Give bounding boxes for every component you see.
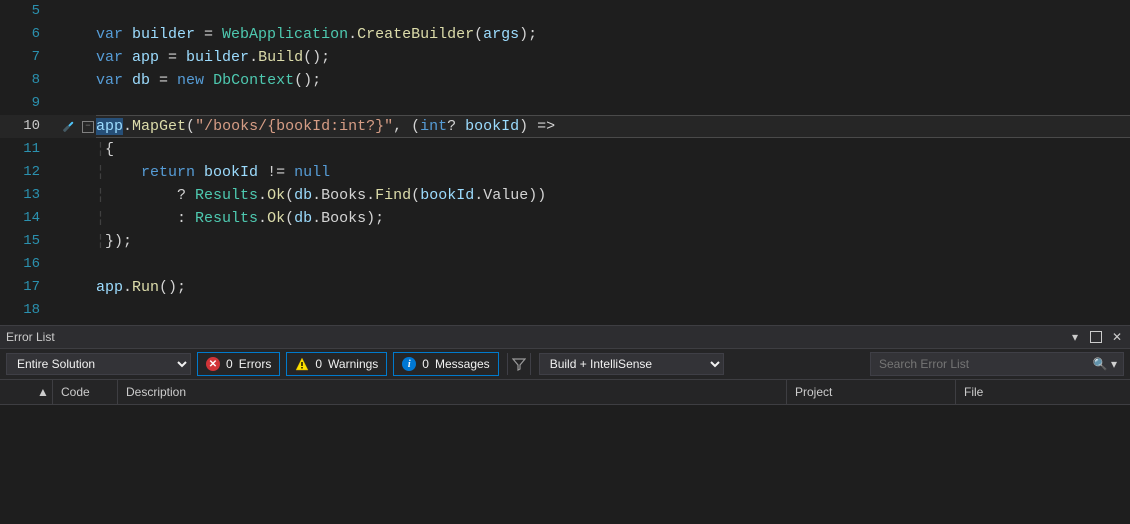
code-line-8[interactable]: 8 var db = new DbContext();: [0, 69, 1130, 92]
search-input[interactable]: [877, 356, 1061, 372]
indent-guide: ¦: [96, 187, 105, 204]
error-list-titlebar: Error List ▾ ✕: [0, 326, 1130, 349]
line-number: 9: [0, 92, 44, 115]
line-number: 16: [0, 253, 44, 276]
line-number: 8: [0, 69, 44, 92]
search-icon[interactable]: 🔍 ▾: [1093, 357, 1117, 371]
info-icon: i: [402, 357, 416, 371]
line-number: 14: [0, 207, 44, 230]
error-list-panel: Error List ▾ ✕ Entire Solution ✕ 0 Error…: [0, 325, 1130, 524]
filter-icon[interactable]: [507, 353, 531, 375]
line-number: 7: [0, 46, 44, 69]
code-line-5[interactable]: 5: [0, 0, 1130, 23]
code-content[interactable]: var builder = WebApplication.CreateBuild…: [96, 23, 1130, 46]
warnings-count: 0: [315, 357, 322, 371]
dropdown-icon[interactable]: ▾: [1068, 330, 1082, 344]
line-number: 17: [0, 276, 44, 299]
code-content[interactable]: ¦ return bookId != null: [96, 161, 1130, 184]
code-content[interactable]: app.MapGet("/books/{bookId:int?}", (int?…: [96, 115, 1130, 138]
search-error-list[interactable]: 🔍 ▾: [870, 352, 1124, 376]
code-line-14[interactable]: 14 ¦ : Results.Ok(db.Books);: [0, 207, 1130, 230]
code-line-18[interactable]: 18: [0, 299, 1130, 322]
col-description[interactable]: Description: [118, 380, 787, 404]
quick-actions-icon[interactable]: [60, 119, 76, 135]
line-number: 5: [0, 0, 44, 23]
code-line-12[interactable]: 12 ¦ return bookId != null: [0, 161, 1130, 184]
sort-arrow-icon[interactable]: ▲: [34, 380, 53, 404]
error-list-columns-header: ▲ Code Description Project File: [0, 380, 1130, 405]
code-line-11[interactable]: 11 ¦{: [0, 138, 1130, 161]
error-list-toolbar: Entire Solution ✕ 0 Errors 0 Warnings i …: [0, 349, 1130, 380]
build-dropdown[interactable]: Build + IntelliSense: [539, 353, 724, 375]
indent-guide: ¦: [96, 210, 105, 227]
indent-guide: ¦: [96, 164, 105, 181]
fold-toggle-icon[interactable]: −: [82, 121, 94, 133]
line-number: 6: [0, 23, 44, 46]
code-line-6[interactable]: 6 var builder = WebApplication.CreateBuil…: [0, 23, 1130, 46]
code-content[interactable]: app.Run();: [96, 276, 1130, 299]
warning-icon: [295, 357, 309, 371]
line-number: 12: [0, 161, 44, 184]
window-position-icon[interactable]: [1090, 331, 1102, 343]
line-number: 10: [0, 115, 44, 138]
col-code[interactable]: Code: [53, 380, 118, 404]
line-number: 18: [0, 299, 44, 322]
col-project[interactable]: Project: [787, 380, 956, 404]
code-line-17[interactable]: 17 app.Run();: [0, 276, 1130, 299]
errors-count: 0: [226, 357, 233, 371]
code-line-7[interactable]: 7 var app = builder.Build();: [0, 46, 1130, 69]
code-content[interactable]: var app = builder.Build();: [96, 46, 1130, 69]
errors-filter-button[interactable]: ✕ 0 Errors: [197, 352, 280, 376]
code-content[interactable]: ¦ : Results.Ok(db.Books);: [96, 207, 1130, 230]
error-list-body[interactable]: [0, 405, 1130, 524]
code-line-10[interactable]: 10 −app.MapGet("/books/{bookId:int?}", (i…: [0, 115, 1130, 138]
warnings-filter-button[interactable]: 0 Warnings: [286, 352, 387, 376]
code-editor[interactable]: 56 var builder = WebApplication.CreateBui…: [0, 0, 1130, 325]
code-content[interactable]: ¦{: [96, 138, 1130, 161]
messages-count: 0: [422, 357, 429, 371]
indent-guide: ¦: [96, 141, 105, 158]
close-icon[interactable]: ✕: [1110, 330, 1124, 344]
code-line-9[interactable]: 9: [0, 92, 1130, 115]
col-file[interactable]: File: [956, 380, 1130, 404]
code-line-13[interactable]: 13 ¦ ? Results.Ok(db.Books.Find(bookId.Va…: [0, 184, 1130, 207]
line-number: 15: [0, 230, 44, 253]
error-list-title: Error List: [6, 330, 55, 344]
messages-label: Messages: [435, 357, 490, 371]
error-icon: ✕: [206, 357, 220, 371]
code-content[interactable]: ¦});: [96, 230, 1130, 253]
code-content[interactable]: var db = new DbContext();: [96, 69, 1130, 92]
indent-guide: ¦: [96, 233, 105, 250]
warnings-label: Warnings: [328, 357, 378, 371]
errors-label: Errors: [239, 357, 272, 371]
code-content[interactable]: ¦ ? Results.Ok(db.Books.Find(bookId.Valu…: [96, 184, 1130, 207]
line-number: 13: [0, 184, 44, 207]
scope-dropdown[interactable]: Entire Solution: [6, 353, 191, 375]
code-line-15[interactable]: 15 ¦});: [0, 230, 1130, 253]
messages-filter-button[interactable]: i 0 Messages: [393, 352, 498, 376]
code-line-16[interactable]: 16: [0, 253, 1130, 276]
line-number: 11: [0, 138, 44, 161]
